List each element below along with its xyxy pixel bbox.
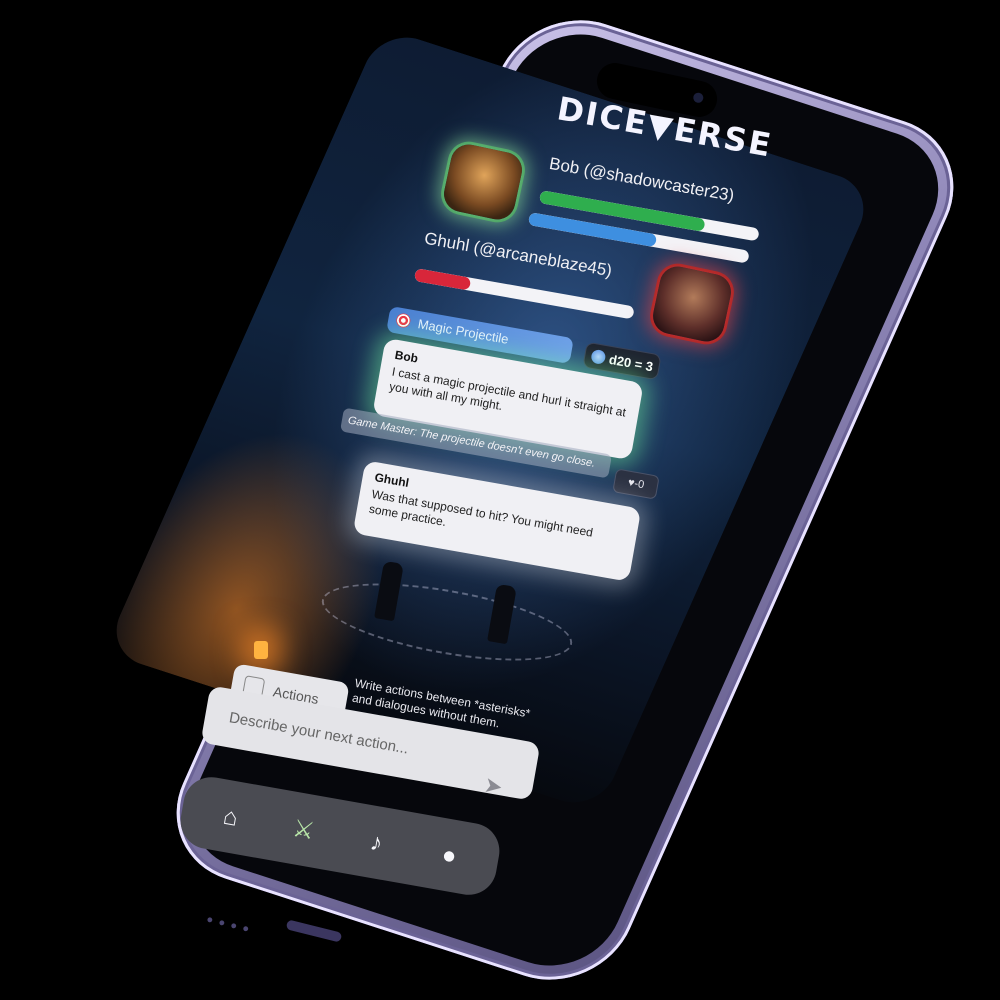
damage-modifier-value: -0 [633,477,646,492]
crossed-swords-icon: ⚔ [290,814,317,846]
dice-roll-result: d20 = 3 [607,351,655,375]
app-screen: DICE▼ERSE Bob (@shadowcaster23) Ghuhl (@… [0,0,1000,1000]
nav-notifications[interactable]: ♪ [359,826,394,861]
bell-icon: ♪ [368,828,385,858]
nav-profile[interactable]: ● [432,839,467,874]
device-stage: DICE▼ERSE Bob (@shadowcaster23) Ghuhl (@… [0,0,1000,1000]
speaker-grille: •••• [204,909,258,941]
lantern-glow [254,641,268,659]
home-icon: ⌂ [221,802,241,832]
user-icon: ● [439,841,459,871]
send-icon[interactable]: ➤ [482,772,514,801]
charging-port [285,919,343,943]
d20-icon [590,348,607,365]
nav-home[interactable]: ⌂ [213,800,248,835]
bottom-nav: ⌂ ⚔ ♪ ● [176,772,504,900]
target-icon [395,312,412,329]
nav-battle[interactable]: ⚔ [286,813,321,848]
camera-icon [692,91,705,104]
